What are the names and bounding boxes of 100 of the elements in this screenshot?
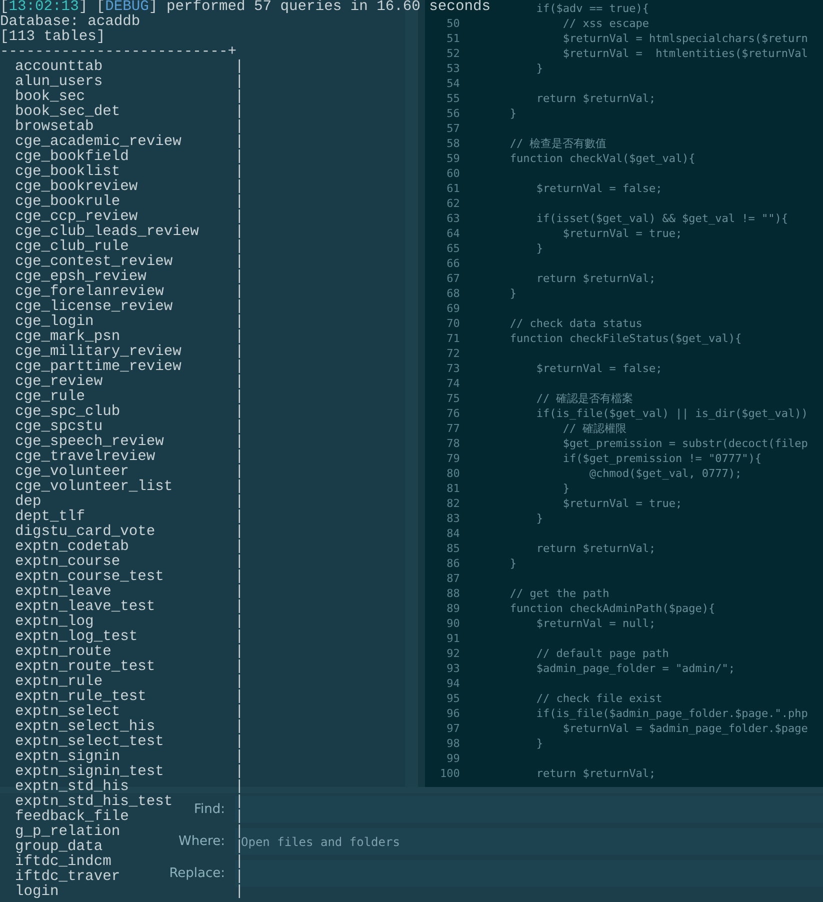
table-name: exptn_select_his (15, 719, 156, 735)
table-name: feedback_file (15, 809, 129, 825)
line-number: 73 (446, 361, 460, 376)
line-number: 70 (446, 316, 460, 331)
line-number: 78 (446, 436, 460, 451)
code-line: } (535, 736, 543, 751)
table-border-char: | (235, 90, 244, 105)
table-border-char: | (235, 105, 244, 120)
line-number: 75 (446, 391, 460, 406)
table-count-line: [113 tables] (0, 29, 106, 45)
table-border-char: | (235, 570, 244, 585)
table-border-char: | (235, 345, 244, 360)
table-border-char: | (235, 555, 244, 570)
table-border-char: | (235, 60, 244, 75)
table-name: exptn_signin_test (15, 764, 164, 780)
table-name: exptn_route (15, 644, 112, 660)
table-border-char: | (235, 285, 244, 300)
code-line: return $returnVal; (535, 271, 656, 286)
code-line: $admin_page_folder = "admin/"; (535, 661, 736, 676)
line-number: 55 (446, 91, 460, 106)
line-number: 52 (446, 46, 460, 61)
code-line: $returnVal = false; (535, 361, 662, 376)
table-border-char: | (235, 495, 244, 510)
table-border-char: | (235, 630, 244, 645)
line-number: 61 (446, 181, 460, 196)
table-name: exptn_course (15, 554, 120, 570)
table-name: cge_rule (15, 389, 86, 405)
code-line: // 檢查是否有數值 (510, 136, 607, 151)
table-border-char: | (235, 510, 244, 525)
code-line: function checkAdminPath($page){ (510, 601, 716, 616)
table-border-char: | (235, 855, 244, 870)
table-name: cge_parttime_review (15, 359, 182, 375)
code-line: $returnVal = true; (562, 226, 682, 241)
find-label: Where: (178, 832, 225, 851)
table-name: cge_bookfield (15, 149, 129, 165)
table-name: group_data (15, 839, 103, 855)
code-line: function checkFileStatus($get_val){ (510, 331, 742, 346)
table-border-char: | (235, 585, 244, 600)
code-line: return $returnVal; (535, 541, 656, 556)
table-border-char: | (235, 600, 244, 615)
table-name: exptn_codetab (15, 539, 129, 555)
table-name: digstu_card_vote (15, 524, 156, 540)
line-number: 86 (446, 556, 460, 571)
code-line: if($adv == true){ (535, 1, 649, 16)
table-name: cge_volunteer_list (15, 479, 173, 495)
code-line: } (510, 286, 516, 301)
table-name: exptn_std_his_test (15, 794, 173, 810)
table-name: cge_spcstu (15, 419, 103, 435)
code-line: // check file exist (535, 691, 662, 706)
table-border-char: | (235, 735, 244, 750)
line-number: 51 (446, 31, 460, 46)
line-number: 76 (446, 406, 460, 421)
table-name: cge_bookreview (15, 179, 138, 195)
table-name: alun_users (15, 74, 103, 90)
table-name: exptn_select_test (15, 734, 164, 750)
table-name: cge_academic_review (15, 134, 182, 150)
table-name: accounttab (15, 59, 103, 75)
table-name: exptn_leave (15, 584, 112, 600)
code-line: return $returnVal; (535, 766, 656, 781)
line-number: 95 (446, 691, 460, 706)
table-name: cge_license_review (15, 299, 173, 315)
line-number: 58 (446, 136, 460, 151)
find-label: Replace: (169, 864, 225, 883)
table-border-char: | (235, 480, 244, 495)
table-name: cge_bookrule (15, 194, 120, 210)
line-number: 68 (446, 286, 460, 301)
table-name: exptn_log (15, 614, 94, 630)
table-border-char: | (235, 690, 244, 705)
table-border-char: | (235, 150, 244, 165)
table-name: login (15, 884, 59, 900)
table-name: g_p_relation (15, 824, 120, 840)
table-border-char: | (235, 240, 244, 255)
table-name: exptn_std_his (15, 779, 129, 795)
table-border-char: | (235, 435, 244, 450)
code-line: } (510, 556, 516, 571)
code-line: } (510, 106, 516, 121)
line-number: 89 (446, 601, 460, 616)
code-line: } (535, 241, 543, 256)
table-border-char: | (235, 885, 244, 900)
table-name: dep (15, 494, 42, 510)
table-border-char: | (235, 75, 244, 90)
line-number: 77 (446, 421, 460, 436)
code-line: // 確認權限 (562, 421, 627, 436)
table-border-char: | (235, 180, 244, 195)
table-border-char: | (235, 405, 244, 420)
line-number: 71 (446, 331, 460, 346)
line-number: 64 (446, 226, 460, 241)
table-border-char: | (235, 615, 244, 630)
line-number: 84 (446, 526, 460, 541)
code-line: } (535, 61, 543, 76)
code-line: } (535, 511, 543, 526)
code-line: // default page path (535, 646, 669, 661)
table-name: exptn_rule_test (15, 689, 146, 705)
code-line: $returnVal = false; (535, 181, 662, 196)
line-number: 62 (446, 196, 460, 211)
table-name: cge_mark_psn (15, 329, 120, 345)
line-number: 82 (446, 496, 460, 511)
line-number: 63 (446, 211, 460, 226)
line-number: 88 (446, 586, 460, 601)
line-number: 94 (446, 676, 460, 691)
